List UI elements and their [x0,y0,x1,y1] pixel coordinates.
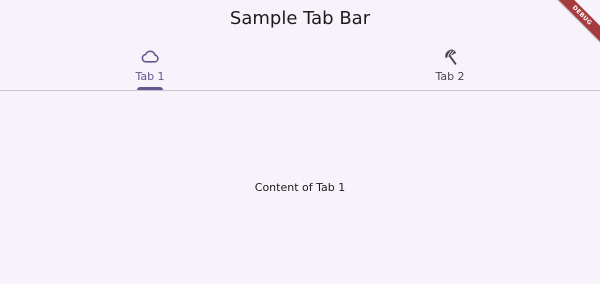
app-title: Sample Tab Bar [229,8,371,29]
beach-umbrella-icon [445,49,457,65]
tab-content: Content of Tab 1 [0,91,600,284]
cloud-icon [141,50,159,63]
tab-content-text: Content of Tab 1 [254,181,346,194]
tab-1[interactable]: Tab 1 [0,36,300,90]
tab-bar: Tab 1 Tab 2 [0,36,600,90]
tab-2[interactable]: Tab 2 [300,36,600,90]
tab-1-label: Tab 1 [135,70,165,83]
tab-2-label: Tab 2 [435,70,465,83]
app-bar: Sample Tab Bar [0,0,600,36]
